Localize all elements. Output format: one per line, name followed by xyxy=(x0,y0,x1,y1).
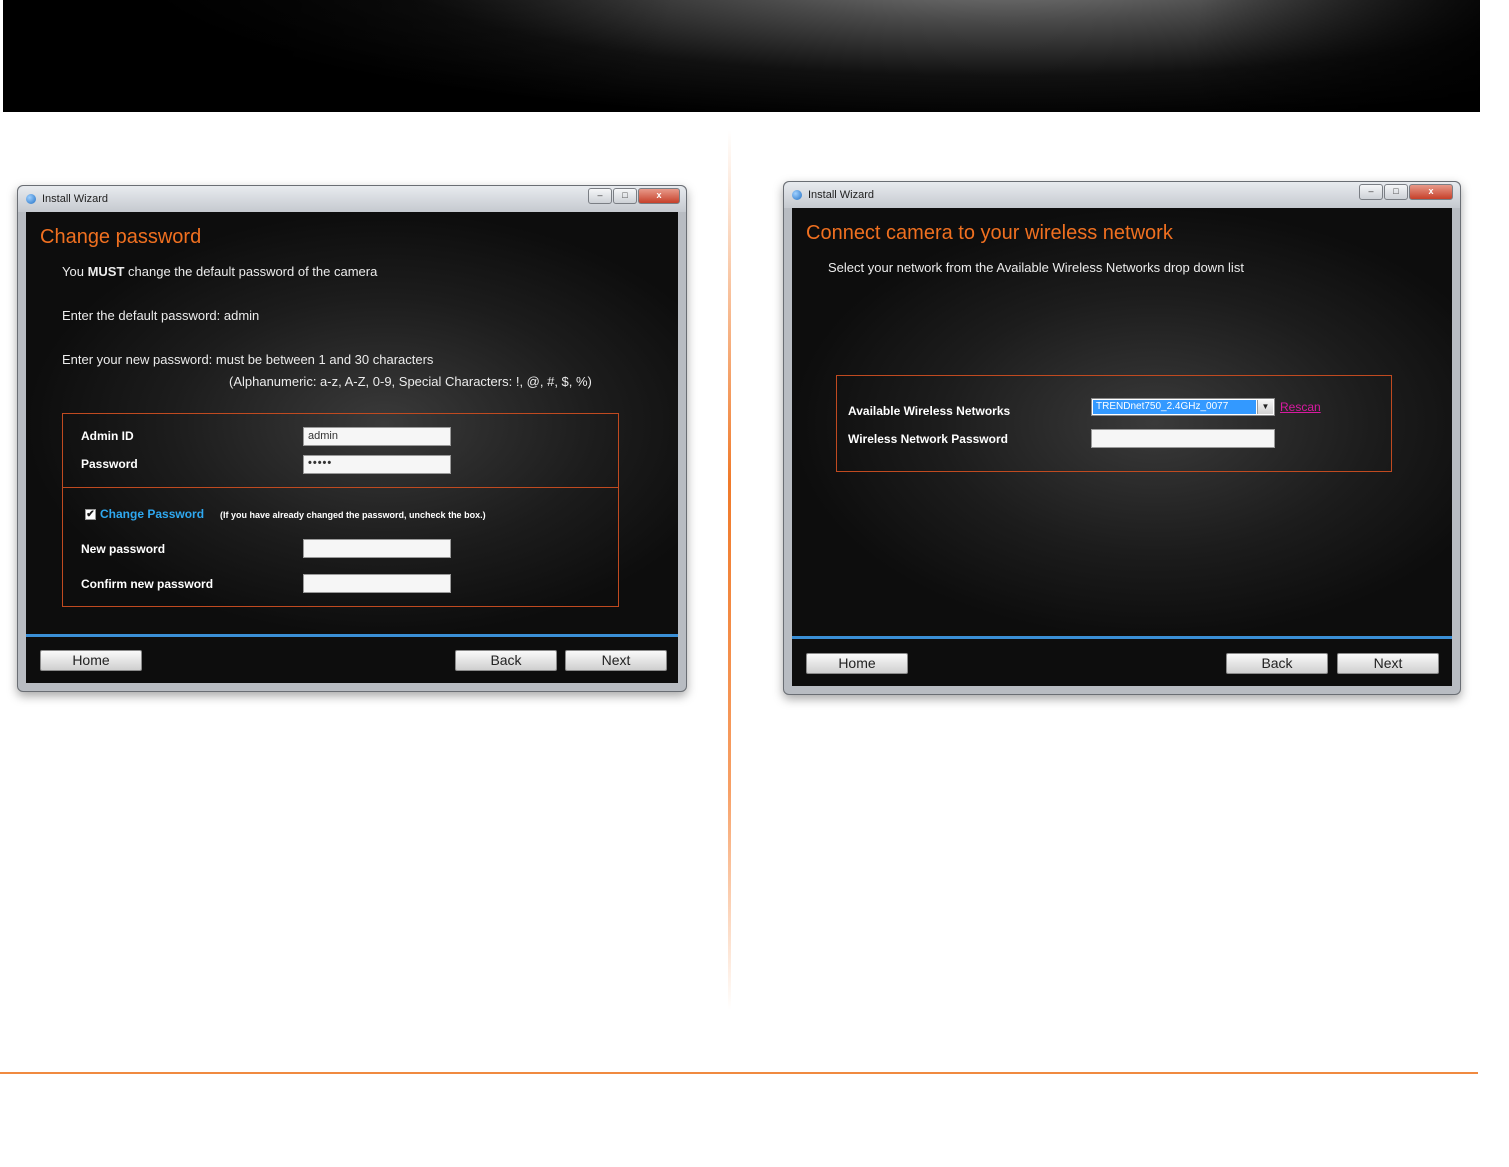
next-button[interactable]: Next xyxy=(1337,653,1439,674)
confirm-password-input[interactable] xyxy=(303,574,451,593)
window-titlebar[interactable]: Install Wizard – □ x xyxy=(18,186,686,212)
minimize-button[interactable]: – xyxy=(1359,184,1383,200)
default-password-text: Enter the default password: admin xyxy=(62,308,260,323)
header-banner xyxy=(3,0,1480,112)
app-icon xyxy=(26,194,36,204)
back-button[interactable]: Back xyxy=(455,650,557,671)
admin-id-input[interactable]: admin xyxy=(303,427,451,446)
wifi-password-label: Wireless Network Password xyxy=(848,432,1008,446)
footer-accent-line xyxy=(792,636,1452,639)
new-password-rules-text: Enter your new password: must be between… xyxy=(62,352,434,367)
available-networks-label: Available Wireless Networks xyxy=(848,404,1011,418)
footer-divider xyxy=(0,1072,1478,1074)
footer-accent-line xyxy=(26,634,678,637)
vertical-divider xyxy=(728,130,731,1010)
wireless-network-window: Install Wizard – □ x Connect camera to y… xyxy=(783,181,1461,695)
chevron-down-icon[interactable]: ▼ xyxy=(1257,400,1273,414)
password-input[interactable]: ••••• xyxy=(303,455,451,474)
back-button[interactable]: Back xyxy=(1226,653,1328,674)
wifi-password-input[interactable] xyxy=(1091,429,1275,448)
window-title: Install Wizard xyxy=(42,193,109,205)
app-icon xyxy=(792,190,802,200)
admin-id-label: Admin ID xyxy=(81,429,134,443)
change-password-box: ✔ Change Password (If you have already c… xyxy=(62,487,619,607)
confirm-password-label: Confirm new password xyxy=(81,577,214,591)
network-dropdown[interactable]: TRENDnet750_2.4GHz_0077 ▼ xyxy=(1091,398,1275,416)
maximize-button[interactable]: □ xyxy=(613,188,637,204)
change-password-note: (If you have already changed the passwor… xyxy=(220,510,486,520)
must-change-text: You MUST change the default password of … xyxy=(62,264,378,279)
change-password-checkbox[interactable]: ✔ xyxy=(85,509,96,520)
character-rules-text: (Alphanumeric: a-z, A-Z, 0-9, Special Ch… xyxy=(229,374,592,389)
page-title: Change password xyxy=(40,226,202,248)
home-button[interactable]: Home xyxy=(806,653,908,674)
maximize-button[interactable]: □ xyxy=(1384,184,1408,200)
password-label: Password xyxy=(81,457,138,471)
window-title: Install Wizard xyxy=(808,189,875,201)
new-password-label: New password xyxy=(81,542,166,556)
instruction-text: Select your network from the Available W… xyxy=(828,260,1244,275)
selected-network-value: TRENDnet750_2.4GHz_0077 xyxy=(1093,400,1256,414)
page-title: Connect camera to your wireless network xyxy=(806,222,1173,244)
close-button[interactable]: x xyxy=(1409,184,1453,200)
wizard-client-area: Connect camera to your wireless network … xyxy=(792,208,1452,686)
home-button[interactable]: Home xyxy=(40,650,142,671)
close-button[interactable]: x xyxy=(638,188,680,204)
new-password-input[interactable] xyxy=(303,539,451,558)
next-button[interactable]: Next xyxy=(565,650,667,671)
window-titlebar[interactable]: Install Wizard – □ x xyxy=(784,182,1460,208)
minimize-button[interactable]: – xyxy=(588,188,612,204)
wizard-client-area: Change password You MUST change the defa… xyxy=(26,212,678,683)
change-password-window: Install Wizard – □ x Change password You… xyxy=(17,185,687,692)
credentials-box: Admin ID admin Password ••••• xyxy=(62,413,619,488)
network-selection-box: Available Wireless Networks TRENDnet750_… xyxy=(836,375,1392,472)
change-password-link[interactable]: Change Password xyxy=(100,507,204,521)
rescan-link[interactable]: Rescan xyxy=(1280,400,1321,414)
